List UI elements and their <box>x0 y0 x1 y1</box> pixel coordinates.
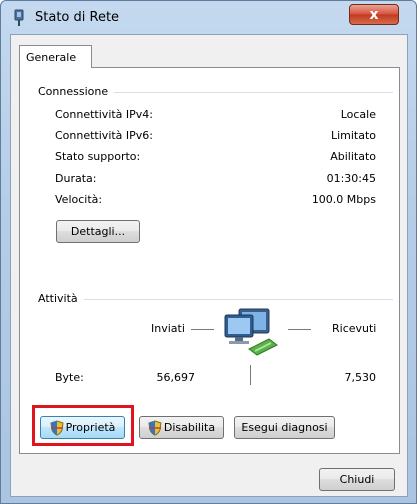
speed-label: Velocità: <box>55 193 103 206</box>
bytes-label: Byte: <box>55 371 84 384</box>
duration-label: Durata: <box>55 172 97 185</box>
activity-group-line <box>41 299 393 300</box>
sent-label: Inviati <box>151 322 185 335</box>
media-state-value: Abilitato <box>330 150 376 163</box>
network-status-window: Stato di Rete x Generale Connessione Con… <box>0 0 417 504</box>
disable-button[interactable]: Disabilita <box>139 416 224 439</box>
ipv4-label: Connettività IPv4: <box>55 108 154 121</box>
disable-button-label: Disabilita <box>163 421 216 434</box>
received-line <box>288 329 311 330</box>
activity-heading: Attività <box>38 292 84 305</box>
tab-generale[interactable]: Generale <box>19 45 92 68</box>
bytes-received-value: 7,530 <box>344 371 377 384</box>
received-label: Ricevuti <box>332 322 377 335</box>
ipv6-value: Limitato <box>330 129 376 142</box>
sent-line <box>191 329 214 330</box>
network-adapter-icon <box>14 9 24 26</box>
activity-divider <box>250 365 251 385</box>
ipv6-label: Connettività IPv6: <box>55 129 154 142</box>
properties-button-label: Proprietà <box>65 421 116 434</box>
diagnose-button[interactable]: Esegui diagnosi <box>234 416 335 439</box>
window-title: Stato di Rete <box>35 10 120 25</box>
properties-button[interactable]: Proprietà <box>40 416 125 439</box>
ipv4-value: Locale <box>340 108 376 121</box>
tab-panel-generale <box>19 67 400 454</box>
uac-shield-icon <box>148 419 162 436</box>
connection-heading: Connessione <box>38 85 115 98</box>
speed-value: 100.0 Mbps <box>311 193 376 206</box>
title-bar[interactable]: Stato di Rete x <box>1 1 416 35</box>
uac-shield-icon <box>50 419 64 436</box>
duration-value: 01:30:45 <box>326 172 376 185</box>
media-state-label: Stato supporto: <box>55 150 141 163</box>
details-button[interactable]: Dettagli... <box>56 220 140 243</box>
close-window-button[interactable]: x <box>349 4 399 25</box>
close-button[interactable]: Chiudi <box>319 468 395 491</box>
network-computers-icon <box>224 308 278 356</box>
bytes-sent-value: 56,697 <box>156 371 196 384</box>
